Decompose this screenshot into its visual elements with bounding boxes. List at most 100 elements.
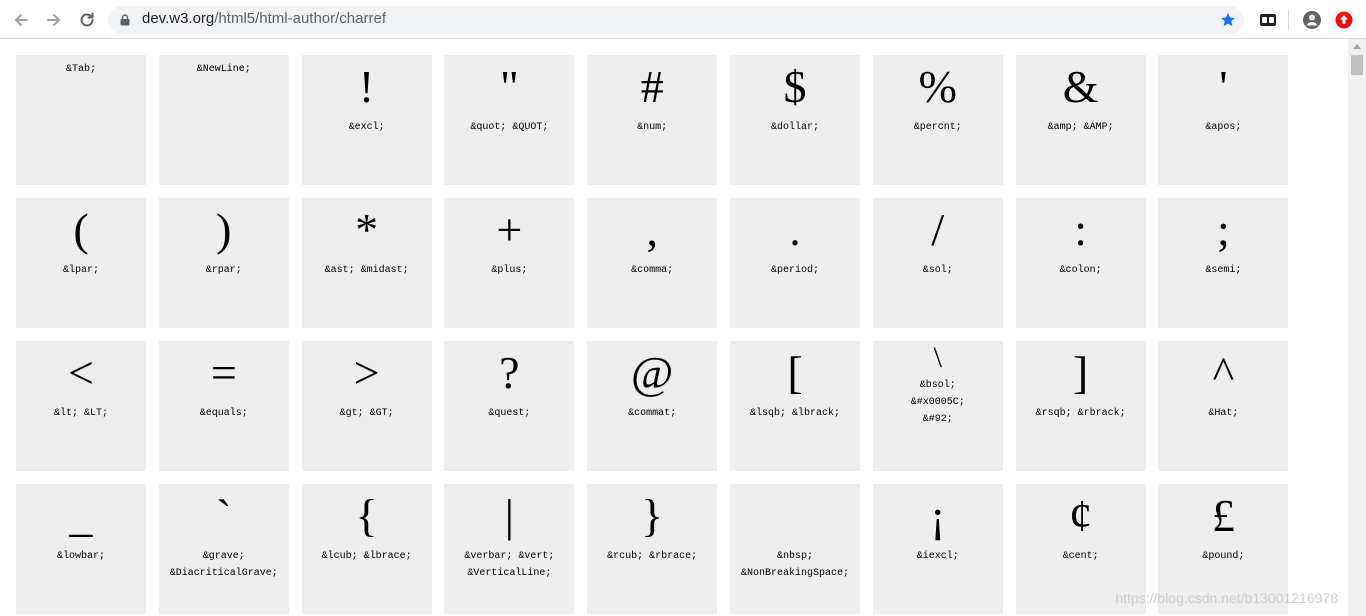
char-glyph: ;	[1216, 204, 1230, 255]
char-glyph: "	[500, 61, 519, 112]
entity-names: &lpar;	[16, 262, 146, 279]
entity-names: &bsol; &#x0005C; &#92;	[873, 377, 1003, 428]
red-extension-icon[interactable]	[1334, 10, 1354, 30]
entity-names: &percnt;	[873, 119, 1003, 136]
entity-name: &dollar;	[770, 122, 819, 133]
char-glyph: ,	[646, 204, 658, 255]
star-icon[interactable]	[1220, 12, 1236, 28]
char-cell: ) &rpar;	[158, 198, 289, 328]
entity-name: &bsol;	[919, 380, 956, 391]
entity-name: &colon;	[1059, 265, 1102, 276]
entity-name: &rsqb; &rbrack;	[1035, 408, 1126, 419]
char-glyph: `	[216, 490, 232, 541]
char-cell: @ &commat;	[587, 341, 718, 471]
profile-icon[interactable]	[1302, 10, 1322, 30]
char-glyph: |	[504, 490, 514, 541]
entity-name: &VerticalLine;	[467, 568, 552, 579]
browser-toolbar: dev.w3.org/html5/html-author/charref	[0, 0, 1366, 39]
scroll-up-arrow-icon[interactable]	[1353, 44, 1361, 49]
char-cell: & &amp; &AMP;	[1015, 55, 1146, 185]
back-button[interactable]	[9, 8, 33, 32]
entity-names: &verbar; &vert; &VerticalLine;	[444, 548, 574, 582]
entity-names: &equals;	[159, 405, 289, 422]
char-cell: + &plus;	[444, 198, 575, 328]
forward-button[interactable]	[42, 8, 66, 32]
entity-name: &gt; &GT;	[339, 408, 394, 419]
char-glyph: %	[918, 61, 957, 112]
char-cell: } &rcub; &rbrace;	[587, 484, 718, 614]
entity-names: &excl;	[302, 119, 432, 136]
entity-names: &commat;	[587, 405, 717, 422]
entity-name: &num;	[637, 122, 668, 133]
char-cell: ] &rsqb; &rbrack;	[1015, 341, 1146, 471]
url-text[interactable]: dev.w3.org/html5/html-author/charref	[142, 10, 386, 27]
entity-name: &apos;	[1205, 122, 1242, 133]
entity-names: &apos;	[1158, 119, 1288, 136]
extension-icon[interactable]	[1258, 10, 1278, 30]
vertical-scrollbar[interactable]	[1348, 39, 1366, 616]
entity-name: &equals;	[199, 408, 248, 419]
char-glyph: }	[641, 490, 664, 541]
char-cell: {&lcub; &lbrace;	[301, 484, 432, 614]
char-cell: # &num;	[587, 55, 718, 185]
char-cell: % &percnt;	[872, 55, 1003, 185]
char-glyph: ?	[499, 347, 520, 398]
entity-name: &pound;	[1202, 551, 1245, 562]
forward-arrow-icon	[47, 14, 60, 26]
char-glyph: $	[783, 61, 807, 112]
char-glyph: [	[787, 347, 803, 398]
entity-name: &semi;	[1205, 265, 1242, 276]
char-cell: . &period;	[729, 198, 860, 328]
toolbar-divider	[1288, 10, 1289, 30]
entity-name: &Tab;	[65, 64, 96, 75]
entity-name: &nbsp;	[776, 551, 813, 562]
entity-name: &grave;	[202, 551, 245, 562]
char-cell: = &equals;	[158, 341, 289, 471]
entity-names: &quest;	[444, 405, 574, 422]
char-glyph: =	[210, 347, 237, 398]
char-cell: ¡ &iexcl;	[872, 484, 1003, 614]
entity-names: &plus;	[444, 262, 574, 279]
entity-name: &rcub; &rbrace;	[607, 551, 698, 562]
entity-name: &sol;	[922, 265, 953, 276]
char-glyph: ^	[1212, 347, 1235, 398]
back-arrow-icon	[15, 14, 28, 26]
char-cell: ` &grave; &DiacriticalGrave;	[158, 484, 289, 614]
entity-name: &lpar;	[62, 265, 99, 276]
char-cell: $ &dollar;	[729, 55, 860, 185]
entity-names: &rcub; &rbrace;	[587, 548, 717, 565]
entity-name: &ast; &midast;	[324, 265, 409, 276]
char-cell: &nbsp; &NonBreakingSpace;	[729, 484, 860, 614]
watermark: https://blog.csdn.net/b13001216978	[1115, 590, 1338, 606]
entity-names: &iexcl;	[873, 548, 1003, 565]
char-glyph: (	[73, 204, 89, 255]
entity-names: &nbsp; &NonBreakingSpace;	[730, 548, 860, 582]
char-glyph: >	[353, 347, 380, 398]
entity-name: &#92;	[922, 414, 953, 425]
scrollbar-thumb[interactable]	[1351, 55, 1363, 75]
lock-icon[interactable]	[120, 14, 130, 26]
entity-names: &rsqb; &rbrack;	[1016, 405, 1146, 422]
entity-name: &lt; &LT;	[53, 408, 108, 419]
entity-names: &Hat;	[1158, 405, 1288, 422]
entity-names: &colon;	[1016, 262, 1146, 279]
entity-name: &lowbar;	[56, 551, 105, 562]
entity-name: &comma;	[631, 265, 674, 276]
entity-name: &iexcl;	[916, 551, 959, 562]
entity-name: &amp; &AMP;	[1047, 122, 1114, 133]
page-content: &Tab; &NewLine;! &excl; " &quot; &QUOT; # &num…	[0, 39, 1348, 616]
entity-names: &lsqb; &lbrack;	[730, 405, 860, 422]
char-glyph: &	[1062, 61, 1099, 112]
char-glyph: ¢	[1069, 490, 1093, 541]
url-domain: dev.w3.org	[142, 10, 215, 27]
address-bar[interactable]: dev.w3.org/html5/html-author/charref	[108, 6, 1244, 34]
char-cell: &NewLine;	[158, 55, 289, 185]
entity-name: &period;	[770, 265, 819, 276]
reload-button[interactable]	[75, 8, 99, 32]
entity-name: &Hat;	[1208, 408, 1239, 419]
char-glyph: +	[496, 204, 523, 255]
char-glyph: \	[933, 341, 942, 374]
entity-name: &lsqb; &lbrack;	[749, 408, 840, 419]
entity-names: &ast; &midast;	[302, 262, 432, 279]
entity-names: &lt; &LT;	[16, 405, 146, 422]
